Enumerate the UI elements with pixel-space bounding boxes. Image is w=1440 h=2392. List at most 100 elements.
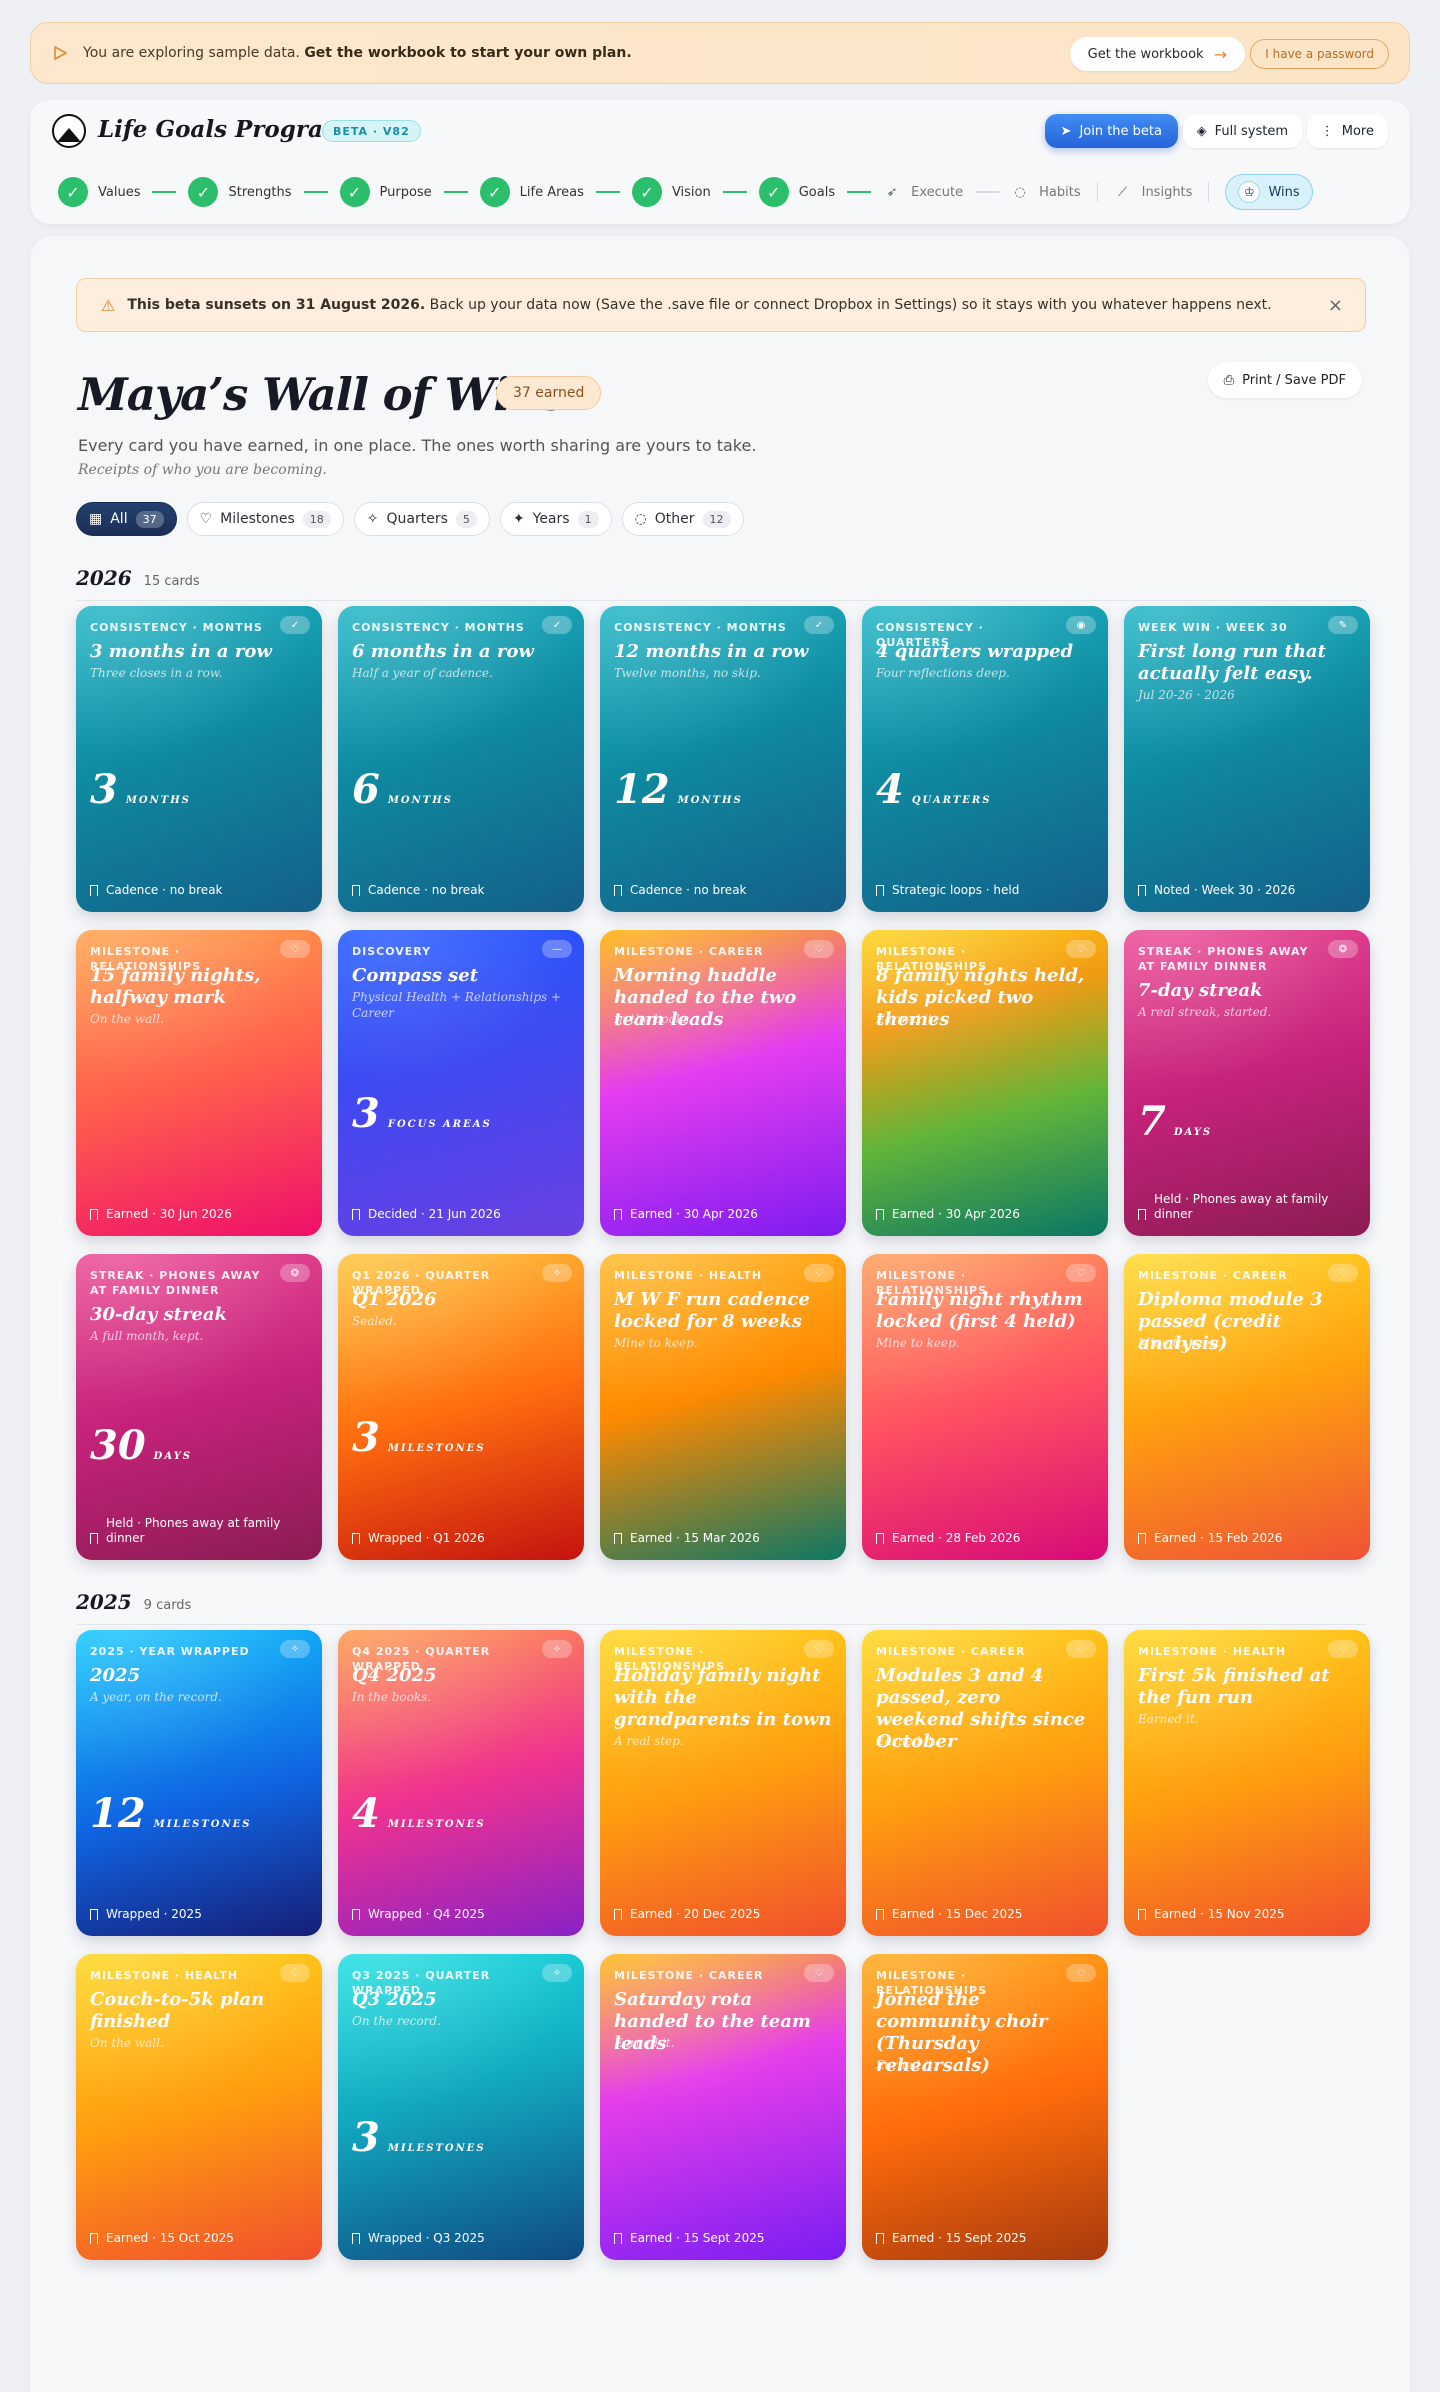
card-footer: Earned · 15 Dec 2025 — [876, 1907, 1094, 1922]
card-number: 3 — [352, 1414, 380, 1461]
card-title: Couch-to-5k plan finished — [90, 1989, 265, 2032]
step-purpose[interactable]: ✓ Purpose — [339, 177, 432, 207]
card-description: Earned it. — [614, 2036, 675, 2050]
card-number: 3 — [90, 766, 118, 813]
warning-icon: ⚠ — [101, 295, 116, 315]
play-icon — [54, 46, 67, 60]
card-footer: Wrapped · Q1 2026 — [352, 1531, 570, 1546]
card-description: Twelve months, no skip. — [614, 666, 761, 680]
card-description: In the books. — [352, 1690, 432, 1704]
card-metric: 3 MILESTONES — [352, 1414, 486, 1461]
step-habits[interactable]: ◌ Habits — [1011, 183, 1080, 201]
win-card[interactable]: MILESTONE · RELATIONSHIPS ♡ Holiday family… — [600, 1630, 846, 1936]
step-strengths[interactable]: ✓ Strengths — [188, 177, 292, 207]
page-tagline: Receipts of who you are becoming. — [78, 462, 327, 478]
check-icon: ✓ — [58, 177, 88, 207]
win-card[interactable]: MILESTONE · HEALTH ♡ First 5k finished at … — [1124, 1630, 1370, 1936]
card-description: Mine to keep. — [876, 1336, 960, 1350]
win-card[interactable]: MILESTONE · HEALTH ♡ M W F run cadence loc… — [600, 1254, 846, 1560]
win-card[interactable]: 2025 · YEAR WRAPPED ✧ 2025 A year, on the r… — [76, 1630, 322, 1936]
filter-all[interactable]: ▦ All 37 — [76, 502, 177, 536]
filter-years[interactable]: ✦ Years 1 — [499, 502, 612, 536]
card-badge-icon: ✧ — [542, 1640, 572, 1658]
win-card[interactable]: STREAK · PHONES AWAY AT FAMILY DINNER ❂ 30… — [76, 1254, 322, 1560]
step-goals[interactable]: ✓ Goals — [758, 177, 835, 207]
get-workbook-button[interactable]: Get the workbook → — [1069, 37, 1245, 71]
bookmark-icon — [1138, 1209, 1146, 1220]
sunset-warning: ⚠ This beta sunsets on 31 August 2026. B… — [76, 278, 1366, 332]
win-card[interactable]: MILESTONE · RELATIONSHIPS ♡ Family night r… — [862, 1254, 1108, 1560]
close-icon[interactable]: × — [1328, 295, 1343, 316]
win-card[interactable]: STREAK · PHONES AWAY AT FAMILY DINNER ❂ 7-… — [1124, 930, 1370, 1236]
step-wins[interactable]: ♔ Wins — [1225, 174, 1313, 210]
card-metric: 12 MILESTONES — [90, 1790, 251, 1837]
card-badge-icon: ♡ — [1066, 1964, 1096, 1982]
card-kicker: CONSISTENCY · MONTHS — [614, 621, 787, 634]
card-title: Holiday family night with the grandparen… — [614, 1665, 832, 1730]
year-heading: 2025 9 cards — [76, 1590, 1366, 1625]
check-icon: ✓ — [758, 177, 789, 207]
win-card[interactable]: Q1 2026 · QUARTER WRAPPED ✧ Q1 2026 Sealed.… — [338, 1254, 584, 1560]
bookmark-icon — [90, 2233, 98, 2244]
step-execute[interactable]: ➶ Execute — [883, 183, 963, 201]
card-title: Q3 2025 — [352, 1989, 437, 2010]
bookmark-icon — [614, 885, 622, 896]
card-description: On the record. — [352, 2014, 441, 2028]
card-number: 3 — [352, 2114, 380, 2161]
card-title: First long run that actually felt easy. — [1138, 641, 1326, 684]
card-description: Earned it. — [876, 2058, 937, 2072]
step-insights[interactable]: ⟋ Insights — [1114, 183, 1192, 201]
step-values[interactable]: ✓ Values — [58, 177, 140, 207]
bookmark-icon — [1138, 1533, 1146, 1544]
sparkle-icon: ✧ — [366, 511, 379, 527]
filter-quarters[interactable]: ✧ Quarters 5 — [353, 502, 490, 536]
filter-other[interactable]: ◌ Other 12 — [621, 502, 744, 536]
print-button[interactable]: ⎙ Print / Save PDF — [1207, 362, 1362, 398]
card-title: 12 months in a row — [614, 641, 809, 662]
main-panel: ⚠ This beta sunsets on 31 August 2026. B… — [30, 236, 1410, 2392]
win-card[interactable]: CONSISTENCY · MONTHS ✓ 3 months in a row Th… — [76, 606, 322, 912]
win-card[interactable]: DISCOVERY — Compass set Physical Health + R… — [338, 930, 584, 1236]
check-icon: ✓ — [188, 177, 219, 207]
win-card[interactable]: MILESTONE · RELATIONSHIPS ♡ 8 family night… — [862, 930, 1108, 1236]
card-unit: MILESTONES — [387, 1819, 486, 1830]
card-badge-icon: ♡ — [1328, 1264, 1358, 1282]
win-card[interactable]: MILESTONE · CAREER ♡ Diploma module 3 pass… — [1124, 1254, 1370, 1560]
card-footer: Earned · 15 Nov 2025 — [1138, 1907, 1356, 1922]
bookmark-icon — [614, 1533, 622, 1544]
win-card[interactable]: Q3 2025 · QUARTER WRAPPED ✧ Q3 2025 On the … — [338, 1954, 584, 2260]
card-footer: Earned · 15 Sept 2025 — [876, 2231, 1094, 2246]
win-card[interactable]: CONSISTENCY · QUARTERS ◉ 4 quarters wrappe… — [862, 606, 1108, 912]
bookmark-icon — [352, 1209, 360, 1220]
step-life-areas[interactable]: ✓ Life Areas — [479, 177, 584, 207]
filter-milestones[interactable]: ♡ Milestones 18 — [186, 502, 344, 536]
win-card[interactable]: MILESTONE · CAREER ♡ Saturday rota handed … — [600, 1954, 846, 2260]
win-card[interactable]: Q4 2025 · QUARTER WRAPPED ✧ Q4 2025 In the … — [338, 1630, 584, 1936]
win-card[interactable]: CONSISTENCY · MONTHS ✓ 6 months in a row Ha… — [338, 606, 584, 912]
win-card[interactable]: MILESTONE · CAREER ♡ Morning huddle handed… — [600, 930, 846, 1236]
card-number: 6 — [352, 766, 380, 813]
win-card[interactable]: CONSISTENCY · MONTHS ✓ 12 months in a row T… — [600, 606, 846, 912]
card-title: 15 family nights, halfway mark — [90, 965, 261, 1008]
have-password-button[interactable]: I have a password — [1250, 39, 1389, 69]
card-footer: Held · Phones away at family dinner — [1138, 1192, 1356, 1222]
win-card[interactable]: MILESTONE · HEALTH ♡ Couch-to-5k plan fini… — [76, 1954, 322, 2260]
step-vision[interactable]: ✓ Vision — [631, 177, 711, 207]
logo-icon[interactable] — [52, 114, 86, 148]
app-header: Life Goals Program BETA · V82 ➤ Join the … — [30, 100, 1410, 224]
card-unit: MONTHS — [125, 795, 191, 806]
card-footer: Strategic loops · held — [876, 883, 1094, 898]
card-description: Mine to keep. — [614, 1336, 698, 1350]
filter-bar: ▦ All 37 ♡ Milestones 18 ✧ Quarters 5 ✦ Years 1 … — [76, 502, 744, 536]
bookmark-icon — [876, 885, 884, 896]
win-card[interactable]: MILESTONE · RELATIONSHIPS ♡ Joined the com… — [862, 1954, 1108, 2260]
full-system-button[interactable]: ◈ Full system — [1182, 114, 1302, 148]
win-card[interactable]: MILESTONE · CAREER ♡ Modules 3 and 4 passe… — [862, 1630, 1108, 1936]
more-button[interactable]: ⋮ More — [1306, 114, 1388, 148]
win-card[interactable]: MILESTONE · RELATIONSHIPS ♡ 15 family nigh… — [76, 930, 322, 1236]
brand-name: Life Goals Program — [98, 116, 348, 143]
card-metric: 3 MONTHS — [90, 766, 191, 813]
join-beta-button[interactable]: ➤ Join the beta — [1044, 114, 1178, 148]
win-card[interactable]: WEEK WIN · WEEK 30 ✎ First long run that a… — [1124, 606, 1370, 912]
card-metric: 4 MILESTONES — [352, 1790, 486, 1837]
